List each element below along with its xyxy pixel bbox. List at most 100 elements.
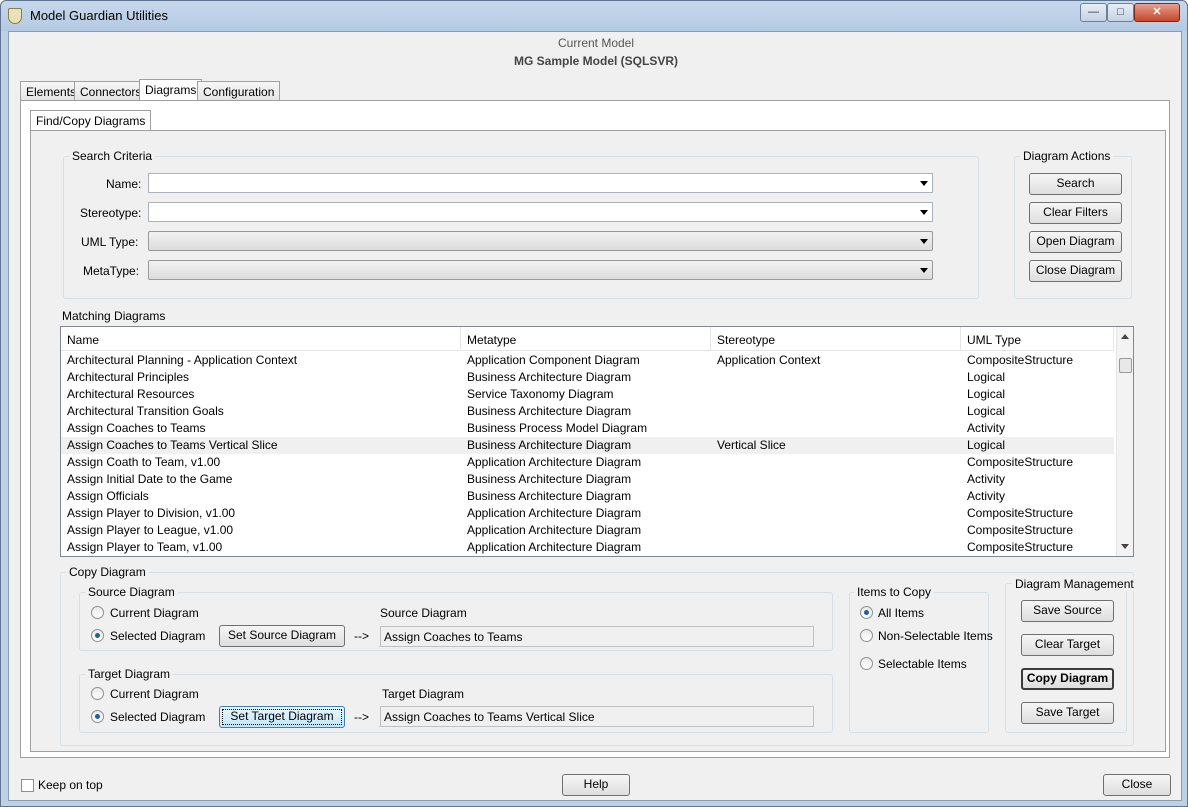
set-source-diagram-button[interactable]: Set Source Diagram xyxy=(219,625,345,647)
metatype-combo[interactable] xyxy=(148,260,933,280)
scroll-down-icon[interactable] xyxy=(1121,544,1129,549)
non-selectable-items-label[interactable]: Non-Selectable Items xyxy=(878,629,993,643)
non-selectable-items-radio[interactable] xyxy=(860,629,873,642)
all-items-radio[interactable] xyxy=(860,606,873,619)
diagram-actions-title: Diagram Actions xyxy=(1020,149,1114,163)
target-diagram-field[interactable]: Assign Coaches to Teams Vertical Slice xyxy=(380,706,814,727)
column-header-uml-type[interactable]: UML Type xyxy=(961,327,1114,351)
cell-stereotype: Vertical Slice xyxy=(717,438,786,452)
minimize-button[interactable]: — xyxy=(1080,3,1107,22)
table-row[interactable]: Assign Coath to Team, v1.00 Application A… xyxy=(61,454,1114,471)
table-row[interactable]: Assign Player to League, v1.00 Applicatio… xyxy=(61,522,1114,539)
selectable-items-label[interactable]: Selectable Items xyxy=(878,657,967,671)
column-header-name[interactable]: Name xyxy=(61,327,461,351)
name-label: Name: xyxy=(106,177,142,191)
client-area: Current Model MG Sample Model (SQLSVR) E… xyxy=(8,31,1182,801)
clear-target-button[interactable]: Clear Target xyxy=(1021,634,1114,656)
copy-diagram-title: Copy Diagram xyxy=(66,565,149,579)
grid-header: Name Metatype Stereotype UML Type xyxy=(61,327,1114,351)
search-criteria-title: Search Criteria xyxy=(69,149,156,163)
tab-connectors[interactable]: Connectors xyxy=(74,81,148,101)
stereotype-combo[interactable] xyxy=(148,202,933,222)
cell-name: Assign Coaches to Teams Vertical Slice xyxy=(67,438,278,452)
selectable-items-radio[interactable] xyxy=(860,657,873,670)
clear-filters-button[interactable]: Clear Filters xyxy=(1029,202,1122,224)
name-combo[interactable] xyxy=(148,173,933,193)
cell-metatype: Application Architecture Diagram xyxy=(467,506,642,520)
column-header-metatype[interactable]: Metatype xyxy=(461,327,711,351)
cell-uml-type: CompositeStructure xyxy=(967,353,1074,367)
table-row[interactable]: Assign Player to Division, v1.00 Applicat… xyxy=(61,505,1114,522)
save-source-button[interactable]: Save Source xyxy=(1021,600,1114,622)
chevron-down-icon[interactable] xyxy=(920,181,928,186)
source-selected-radio[interactable] xyxy=(91,629,104,642)
table-row[interactable]: Assign Initial Date to the Game Business … xyxy=(61,471,1114,488)
uml-type-combo[interactable] xyxy=(148,231,933,251)
source-current-label[interactable]: Current Diagram xyxy=(110,606,199,620)
items-to-copy-group: Items to Copy All Items Non-Selectable I… xyxy=(849,585,993,733)
cell-uml-type: Activity xyxy=(967,421,1006,435)
tab-find-copy-diagrams[interactable]: Find/Copy Diagrams xyxy=(30,110,152,132)
cell-metatype: Business Architecture Diagram xyxy=(467,438,632,452)
copy-diagram-button[interactable]: Copy Diagram xyxy=(1021,668,1114,690)
matching-diagrams-grid[interactable]: Name Metatype Stereotype UML Type Archit… xyxy=(60,326,1134,557)
title-bar[interactable]: Model Guardian Utilities — □ ✕ xyxy=(1,1,1187,31)
source-diagram-title: Source Diagram xyxy=(85,585,178,599)
source-selected-label[interactable]: Selected Diagram xyxy=(110,629,205,643)
target-selected-label[interactable]: Selected Diagram xyxy=(110,710,205,724)
tab-elements[interactable]: Elements xyxy=(20,81,83,101)
scroll-up-icon[interactable] xyxy=(1121,334,1129,339)
cell-name: Architectural Principles xyxy=(67,370,190,384)
close-button[interactable]: Close xyxy=(1103,774,1171,796)
tab-diagrams[interactable]: Diagrams xyxy=(139,79,203,101)
save-target-button[interactable]: Save Target xyxy=(1021,702,1114,724)
close-diagram-button[interactable]: Close Diagram xyxy=(1029,260,1122,282)
column-header-stereotype[interactable]: Stereotype xyxy=(711,327,961,351)
table-row[interactable]: Assign Player to Team, v1.00 Application … xyxy=(61,539,1114,556)
maximize-button[interactable]: □ xyxy=(1107,3,1134,22)
target-diagram-group: Target Diagram Current Diagram Selected … xyxy=(79,667,833,733)
target-current-radio[interactable] xyxy=(91,687,104,700)
search-criteria-group: Search Criteria Name: Stereotype: UML Ty… xyxy=(63,149,979,299)
chevron-down-icon[interactable] xyxy=(920,268,928,273)
cell-metatype: Application Component Diagram xyxy=(467,353,640,367)
all-items-label[interactable]: All Items xyxy=(878,606,924,620)
app-window: Model Guardian Utilities — □ ✕ Current M… xyxy=(0,0,1188,807)
target-current-label[interactable]: Current Diagram xyxy=(110,687,199,701)
help-button[interactable]: Help xyxy=(562,774,630,796)
scroll-thumb[interactable] xyxy=(1119,358,1132,373)
target-selected-radio[interactable] xyxy=(91,710,104,723)
close-window-button[interactable]: ✕ xyxy=(1134,3,1180,22)
table-row[interactable]: Architectural Planning - Application Con… xyxy=(61,352,1114,369)
cell-uml-type: Logical xyxy=(967,370,1006,384)
source-diagram-group: Source Diagram Current Diagram Selected … xyxy=(79,585,833,651)
source-current-radio[interactable] xyxy=(91,606,104,619)
source-diagram-label: Source Diagram xyxy=(380,606,467,620)
table-row[interactable]: Architectural Resources Service Taxonomy … xyxy=(61,386,1114,403)
table-row[interactable]: Architectural Principles Business Archite… xyxy=(61,369,1114,386)
cell-metatype: Business Process Model Diagram xyxy=(467,421,648,435)
source-diagram-field[interactable]: Assign Coaches to Teams xyxy=(380,626,814,647)
cell-uml-type: Logical xyxy=(967,438,1006,452)
vertical-scrollbar[interactable] xyxy=(1116,327,1133,556)
shield-icon xyxy=(8,8,22,24)
table-row[interactable]: Assign Officials Business Architecture Di… xyxy=(61,488,1114,505)
keep-on-top-checkbox[interactable] xyxy=(21,779,34,792)
table-row[interactable]: Assign Coaches to Teams Vertical Slice Bu… xyxy=(61,437,1114,454)
table-row[interactable]: Assign Coaches to Teams Business Process … xyxy=(61,420,1114,437)
search-button[interactable]: Search xyxy=(1029,173,1122,195)
source-arrow: --> xyxy=(354,629,369,643)
set-target-diagram-button[interactable]: Set Target Diagram xyxy=(219,706,345,728)
cell-name: Assign Officials xyxy=(67,489,149,503)
tab-configuration[interactable]: Configuration xyxy=(197,81,281,101)
cell-uml-type: Logical xyxy=(967,387,1006,401)
keep-on-top-label[interactable]: Keep on top xyxy=(38,778,103,792)
diagrams-tab-panel: Find/Copy Diagrams Search Criteria Name:… xyxy=(20,100,1170,758)
open-diagram-button[interactable]: Open Diagram xyxy=(1029,231,1122,253)
copy-diagram-group: Copy Diagram Source Diagram Current Diag… xyxy=(60,565,1137,746)
chevron-down-icon[interactable] xyxy=(920,210,928,215)
cell-uml-type: CompositeStructure xyxy=(967,506,1074,520)
diagram-actions-group: Diagram Actions Search Clear Filters Ope… xyxy=(1014,149,1132,299)
chevron-down-icon[interactable] xyxy=(920,239,928,244)
table-row[interactable]: Architectural Transition Goals Business A… xyxy=(61,403,1114,420)
